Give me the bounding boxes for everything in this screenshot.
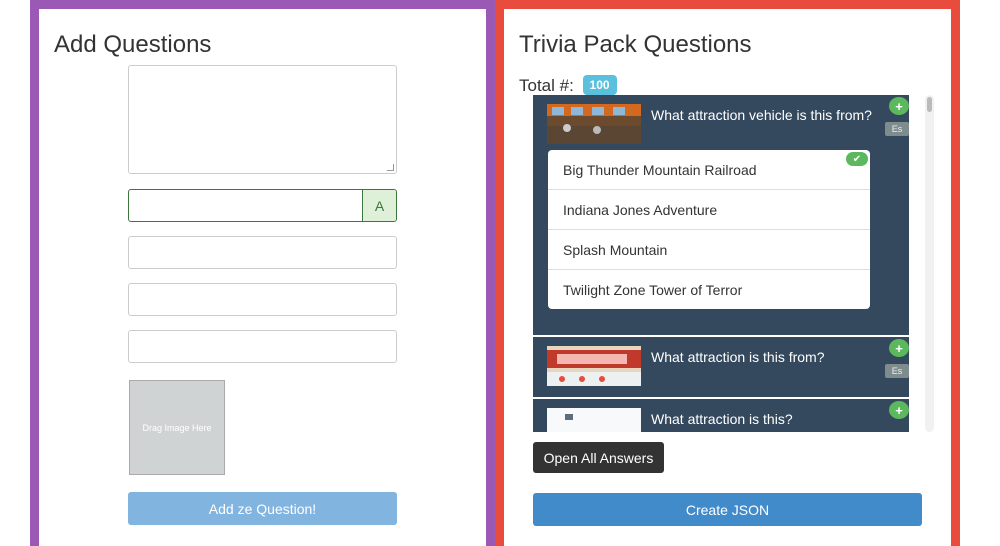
add-question-button[interactable]: Add ze Question! <box>128 492 397 525</box>
question-2-thumbnail <box>547 346 641 386</box>
answer-b-input[interactable] <box>128 236 397 269</box>
question-3-text: What attraction is this? <box>651 411 793 427</box>
check-icon: ✔ <box>846 152 868 166</box>
question-list[interactable]: What attraction vehicle is this from? + … <box>533 95 909 432</box>
answer-a-addon[interactable]: A <box>362 190 396 221</box>
question-card[interactable]: What attraction vehicle is this from? + … <box>533 95 909 335</box>
answer-item[interactable]: Indiana Jones Adventure <box>548 190 870 230</box>
create-json-button[interactable]: Create JSON <box>533 493 922 526</box>
question-2-text: What attraction is this from? <box>651 349 825 365</box>
answer-1-label: Big Thunder Mountain Railroad <box>563 161 757 178</box>
es-badge[interactable]: Es <box>885 364 909 378</box>
scrollbar[interactable] <box>925 95 934 432</box>
answer-3-label: Splash Mountain <box>563 241 668 258</box>
question-1-text: What attraction vehicle is this from? <box>651 107 872 123</box>
resize-grip-icon[interactable] <box>387 164 394 171</box>
answer-item[interactable]: Big Thunder Mountain Railroad ✔ <box>548 150 870 190</box>
answer-a-input[interactable]: A <box>128 189 397 222</box>
answer-c-input[interactable] <box>128 283 397 316</box>
es-badge[interactable]: Es <box>885 122 909 136</box>
trivia-pack-panel: Trivia Pack Questions Total #: 100 What … <box>495 0 960 546</box>
total-badge: 100 <box>582 75 617 95</box>
question-3-thumbnail <box>547 408 641 432</box>
add-questions-title: Add Questions <box>54 31 212 58</box>
total-label: Total #: <box>519 76 574 95</box>
question-1-thumbnail <box>547 104 641 144</box>
question-card[interactable]: What attraction is this? + <box>533 399 909 432</box>
plus-icon[interactable]: + <box>889 401 909 419</box>
total-count: Total #: 100 <box>519 75 617 96</box>
answer-item[interactable]: Splash Mountain <box>548 230 870 270</box>
question-textarea[interactable] <box>128 65 397 174</box>
plus-icon[interactable]: + <box>889 97 909 115</box>
answer-4-label: Twilight Zone Tower of Terror <box>563 281 743 298</box>
answer-item[interactable]: Twilight Zone Tower of Terror <box>548 270 870 309</box>
question-card[interactable]: What attraction is this from? + Es <box>533 337 909 397</box>
answer-2-label: Indiana Jones Adventure <box>563 201 718 218</box>
plus-icon[interactable]: + <box>889 339 909 357</box>
image-drop-zone[interactable]: Drag Image Here <box>129 380 225 475</box>
answer-d-input[interactable] <box>128 330 397 363</box>
open-all-answers-button[interactable]: Open All Answers <box>533 442 664 473</box>
answers-list: Big Thunder Mountain Railroad ✔ Indiana … <box>548 150 870 309</box>
scrollbar-thumb[interactable] <box>927 97 932 112</box>
trivia-pack-title: Trivia Pack Questions <box>519 31 752 58</box>
drop-zone-label: Drag Image Here <box>142 422 212 433</box>
add-questions-panel: Add Questions A Drag Image Here Add ze Q… <box>30 0 495 546</box>
